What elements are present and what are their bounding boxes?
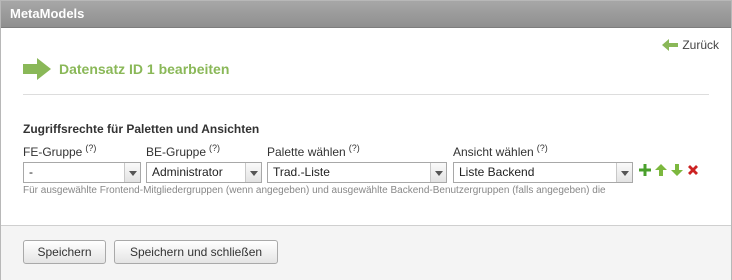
section-title: Zugriffsrechte für Paletten und Ansichte…	[23, 122, 260, 136]
fe-group-column: FE-Gruppe (?) -	[23, 143, 141, 183]
divider	[23, 94, 709, 95]
view-label: Ansicht wählen (?)	[453, 143, 548, 159]
move-down-icon[interactable]	[671, 164, 683, 176]
be-group-label: BE-Gruppe (?)	[146, 143, 221, 159]
back-link[interactable]: Zurück	[662, 38, 719, 52]
form-footer: Speichern Speichern und schließen	[1, 225, 731, 280]
add-icon[interactable]	[639, 164, 651, 176]
delete-icon[interactable]	[687, 164, 699, 176]
back-arrow-icon	[662, 39, 679, 51]
help-icon[interactable]: (?)	[349, 143, 360, 153]
chevron-down-icon	[245, 163, 261, 182]
page-title: Datensatz ID 1 bearbeiten	[59, 61, 230, 77]
chevron-down-icon	[616, 163, 632, 182]
be-group-column: BE-Gruppe (?) Administrator	[146, 143, 262, 183]
app-title: MetaModels	[10, 6, 85, 21]
row-actions	[639, 164, 699, 176]
back-label: Zurück	[682, 38, 719, 52]
edit-arrow-icon	[23, 58, 51, 80]
chevron-down-icon	[430, 163, 446, 182]
help-icon[interactable]: (?)	[209, 143, 220, 153]
view-column: Ansicht wählen (?) Liste Backend	[453, 143, 633, 183]
fe-group-label: FE-Gruppe (?)	[23, 143, 97, 159]
field-description: Für ausgewählte Frontend-Mitgliedergrupp…	[23, 185, 606, 196]
help-icon[interactable]: (?)	[85, 143, 96, 153]
view-select[interactable]: Liste Backend	[453, 162, 633, 183]
fe-group-select[interactable]: -	[23, 162, 141, 183]
chevron-down-icon	[124, 163, 140, 182]
be-group-select[interactable]: Administrator	[146, 162, 262, 183]
save-button[interactable]: Speichern	[23, 240, 106, 264]
help-icon[interactable]: (?)	[537, 143, 548, 153]
move-up-icon[interactable]	[655, 164, 667, 176]
title-bar: MetaModels	[1, 1, 731, 28]
palette-label: Palette wählen (?)	[267, 143, 360, 159]
palette-column: Palette wählen (?) Trad.-Liste	[267, 143, 447, 183]
save-and-close-button[interactable]: Speichern und schließen	[114, 240, 278, 264]
palette-select[interactable]: Trad.-Liste	[267, 162, 447, 183]
main-window: MetaModels Zurück Datensatz ID 1 bearbei…	[0, 0, 732, 280]
page-heading: Datensatz ID 1 bearbeiten	[23, 58, 229, 80]
